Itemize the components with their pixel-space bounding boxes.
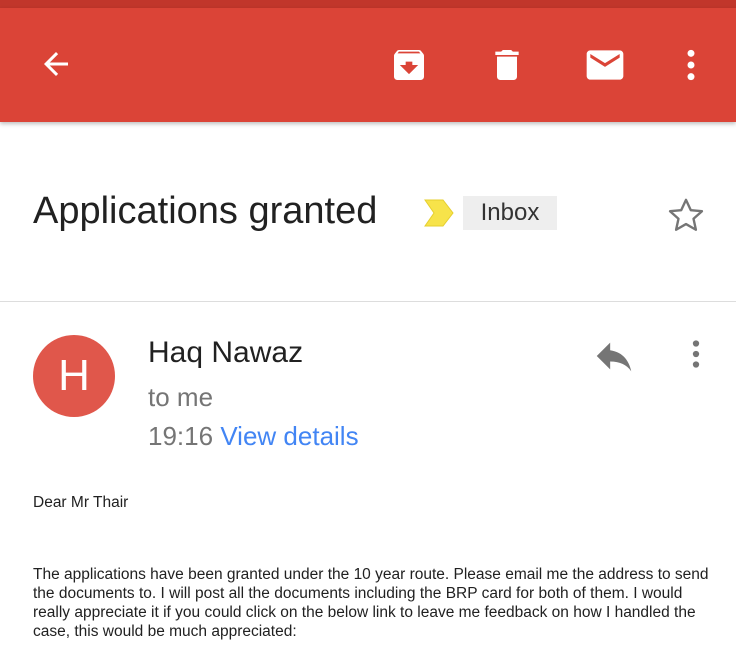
- arrow-back-icon: [44, 52, 68, 76]
- message-greeting: Dear Mr Thair: [33, 494, 129, 511]
- recipient-text: to me: [148, 382, 214, 412]
- view-details-link[interactable]: View details: [220, 421, 358, 451]
- inbox-label-chip[interactable]: Inbox: [463, 196, 557, 230]
- archive-button[interactable]: [384, 40, 434, 90]
- email-subject: Applications granted: [33, 190, 378, 232]
- received-time: 19:16: [148, 421, 214, 451]
- more-vert-icon: [692, 340, 700, 368]
- sender-name: Haq Nawaz: [148, 336, 304, 369]
- trash-icon: [495, 50, 519, 80]
- delete-button[interactable]: [482, 40, 532, 90]
- reply-button[interactable]: [590, 332, 638, 380]
- time-and-details: 19:16 View details: [148, 421, 359, 452]
- reply-icon: [596, 342, 632, 372]
- back-button[interactable]: [30, 38, 82, 90]
- more-vert-icon: [687, 49, 695, 81]
- mark-unread-button[interactable]: [580, 40, 630, 90]
- more-options-button[interactable]: [668, 40, 714, 90]
- divider: [0, 301, 736, 302]
- status-bar: [0, 0, 736, 8]
- message-body: The applications have been granted under…: [33, 566, 709, 640]
- sender-avatar[interactable]: H: [33, 335, 115, 417]
- star-icon[interactable]: [664, 194, 708, 238]
- avatar-initial: H: [58, 351, 90, 400]
- archive-icon: [394, 50, 424, 80]
- app-bar: [0, 8, 736, 122]
- message-more-button[interactable]: [678, 334, 714, 374]
- subject-row: Applications granted Inbox: [0, 170, 736, 260]
- importance-marker-icon[interactable]: [423, 198, 455, 228]
- mail-icon: [586, 50, 624, 80]
